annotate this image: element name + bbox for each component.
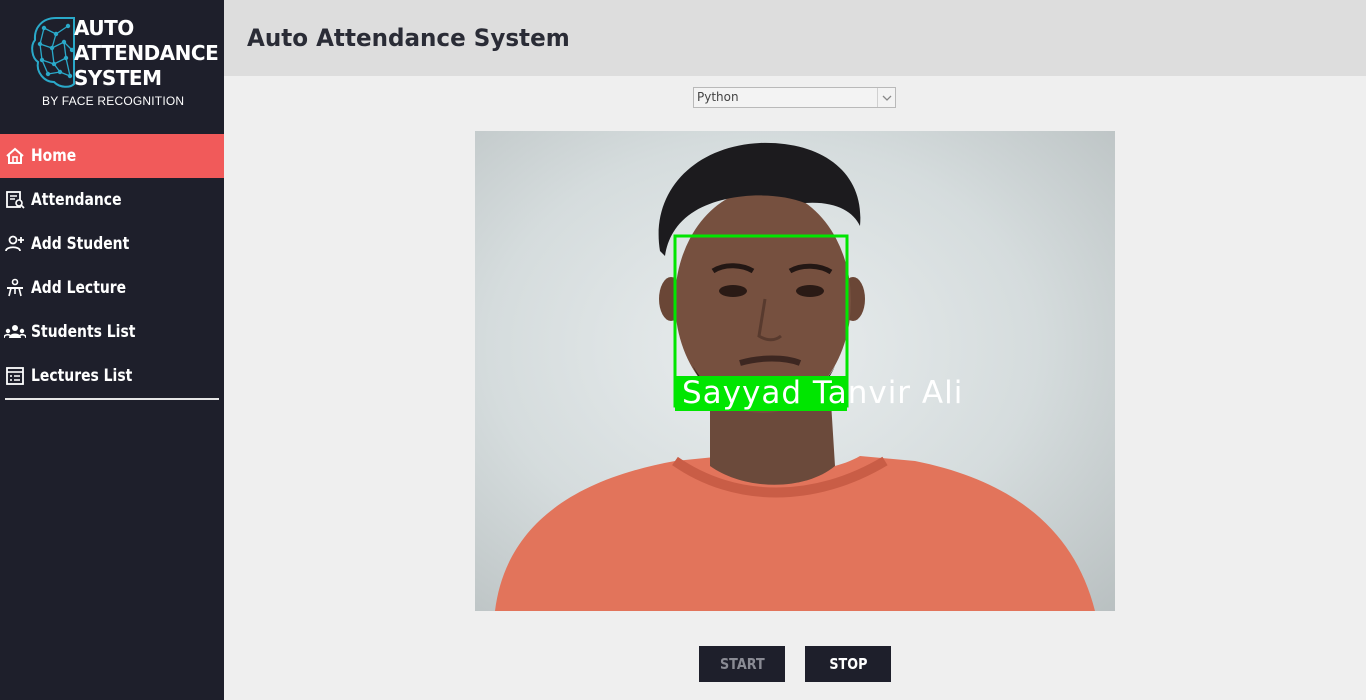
- sidebar-item-add-student[interactable]: Add Student: [0, 222, 224, 266]
- sidebar-item-label: Attendance: [31, 190, 122, 210]
- logo-subtitle: BY FACE RECOGNITION: [42, 94, 185, 108]
- sidebar-item-attendance[interactable]: Attendance: [0, 178, 224, 222]
- start-button-label: START: [719, 655, 765, 673]
- sidebar-item-students-list[interactable]: Students List: [0, 310, 224, 354]
- page-title: Auto Attendance System: [247, 24, 570, 52]
- start-button[interactable]: START: [699, 646, 785, 682]
- sidebar-item-label: Add Lecture: [31, 278, 127, 298]
- home-icon: [4, 145, 26, 167]
- sidebar-item-lectures-list[interactable]: Lectures List: [0, 354, 224, 398]
- logo-title-line2: ATTENDANCE: [74, 41, 219, 65]
- sidebar: AUTO ATTENDANCE SYSTEM BY FACE RECOGNITI…: [0, 0, 224, 700]
- stop-button[interactable]: STOP: [805, 646, 891, 682]
- sidebar-item-label: Lectures List: [31, 366, 133, 386]
- subject-select[interactable]: Python: [693, 87, 896, 108]
- camera-feed: Sayyad Tanvir Ali: [475, 131, 1115, 611]
- list-icon: [4, 365, 26, 387]
- subject-select-value: Python: [697, 90, 739, 104]
- recognized-name-label: Sayyad Tanvir Ali: [682, 375, 964, 411]
- sidebar-item-label: Add Student: [31, 234, 130, 254]
- sidebar-divider: [5, 398, 219, 400]
- logo-title-line3: SYSTEM: [74, 66, 162, 90]
- sidebar-nav: Home Attendance Add Student Add Lecture …: [0, 134, 224, 400]
- chevron-down-icon[interactable]: [877, 88, 895, 107]
- sidebar-item-label: Home: [31, 146, 77, 166]
- sidebar-item-add-lecture[interactable]: Add Lecture: [0, 266, 224, 310]
- camera-frame-person: [495, 142, 1095, 611]
- attendance-icon: [4, 189, 26, 211]
- sidebar-item-label: Students List: [31, 322, 136, 342]
- lecture-icon: [4, 277, 26, 299]
- logo-title: AUTO ATTENDANCE SYSTEM: [74, 16, 219, 91]
- brain-network-icon: [31, 17, 75, 88]
- stop-button-label: STOP: [828, 655, 868, 673]
- header-bar: Auto Attendance System: [224, 0, 1366, 76]
- group-icon: [4, 321, 26, 343]
- sidebar-item-home[interactable]: Home: [0, 134, 224, 178]
- app-logo: AUTO ATTENDANCE SYSTEM BY FACE RECOGNITI…: [30, 14, 219, 114]
- add-user-icon: [4, 233, 26, 255]
- logo-title-line1: AUTO: [74, 16, 134, 40]
